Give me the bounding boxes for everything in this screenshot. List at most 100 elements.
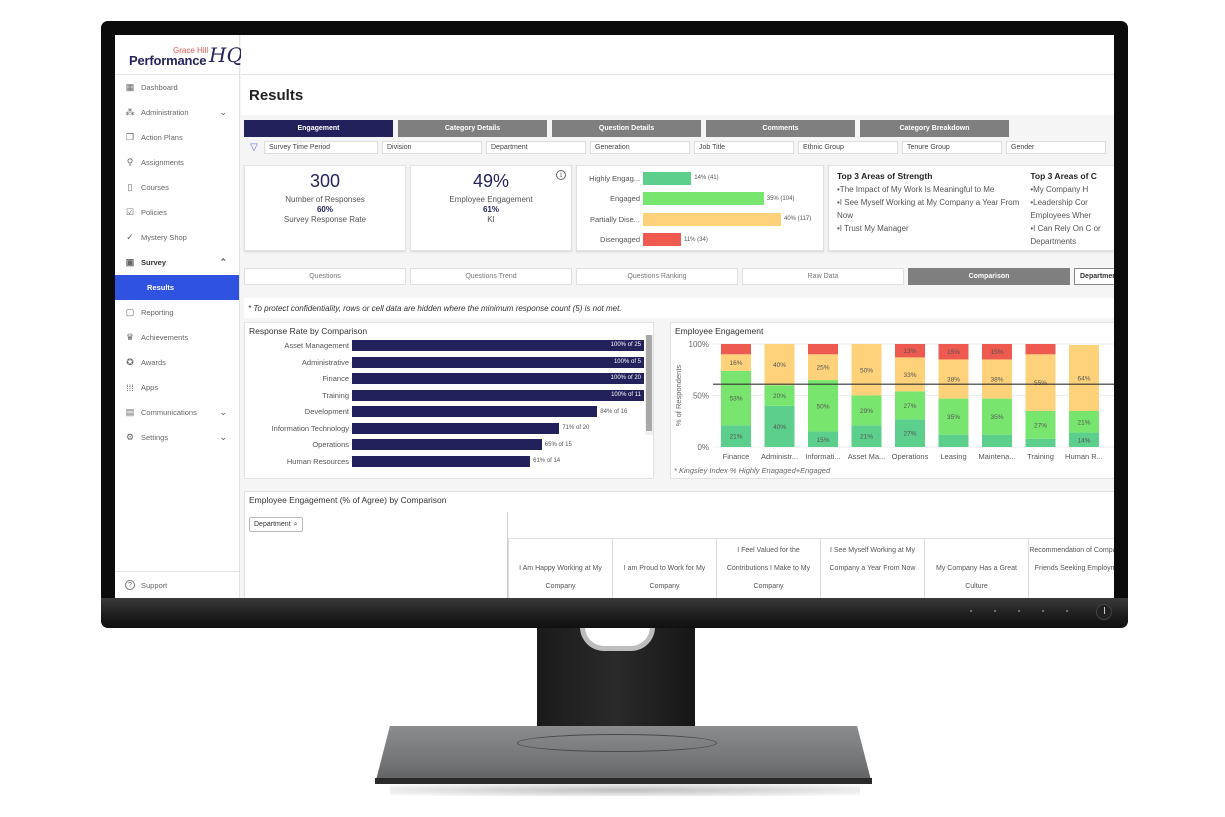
filter-survey-time-period[interactable]: Survey Time Period bbox=[264, 141, 378, 154]
response-rate-label: 100% of 25 bbox=[610, 342, 641, 348]
response-rate-bar bbox=[352, 406, 598, 417]
chevron-down-icon[interactable]: ⌄ bbox=[219, 407, 227, 418]
support-label: Support bbox=[141, 580, 168, 590]
response-rate-label: 71% of 20 bbox=[562, 425, 590, 431]
segment-value-label: 13% bbox=[903, 348, 916, 355]
sidebar-item-dashboard[interactable]: ▦ Dashboard bbox=[115, 75, 239, 100]
subtab-questions-ranking[interactable]: Questions Ranking bbox=[576, 268, 738, 285]
sidebar-item-communications[interactable]: ▤ Communications ⌄ bbox=[115, 400, 239, 425]
tab-engagement[interactable]: Engagement bbox=[244, 120, 393, 137]
department-search-button[interactable]: Department ⌕ bbox=[249, 517, 303, 532]
chevron-down-icon[interactable]: ⌄ bbox=[219, 107, 227, 118]
filter-ethnic-group[interactable]: Ethnic Group bbox=[798, 141, 898, 154]
segment-value-label: 53% bbox=[729, 396, 742, 403]
tab-category-details[interactable]: Category Details bbox=[398, 120, 547, 137]
chevron-down-icon[interactable]: ⌄ bbox=[219, 432, 227, 443]
segment-value-label: 27% bbox=[903, 403, 916, 410]
response-rate-category: Training bbox=[322, 390, 349, 400]
sidebar-item-reporting[interactable]: ▢ Reporting bbox=[115, 300, 239, 325]
table-column-header[interactable]: I See Myself Working at My Company a Yea… bbox=[820, 538, 924, 598]
segment-value-label: 27% bbox=[903, 431, 916, 438]
sidebar-item-apps[interactable]: ⁞⁞⁞ Apps bbox=[115, 375, 239, 400]
people-icon: ⁂ bbox=[125, 107, 135, 117]
segment-value-label: 50% bbox=[816, 403, 829, 410]
power-button-icon[interactable] bbox=[1096, 604, 1112, 620]
sidebar-item-results[interactable]: Results bbox=[115, 275, 239, 300]
response-rate-value: 60% bbox=[316, 205, 333, 214]
response-rate-label: Survey Response Rate bbox=[283, 215, 367, 224]
reporting-icon: ▢ bbox=[125, 307, 135, 317]
sidebar-item-awards[interactable]: ✪ Awards bbox=[115, 350, 239, 375]
engagement-bar-value: 40% (117) bbox=[784, 216, 812, 222]
sidebar-item-support[interactable]: ? Support bbox=[115, 571, 239, 598]
logo-hq: HQ bbox=[209, 43, 243, 67]
monitor-button[interactable] bbox=[994, 610, 996, 612]
subtab-questions-trend[interactable]: Questions Trend bbox=[410, 268, 572, 285]
subtab-comparison[interactable]: Comparison bbox=[908, 268, 1070, 285]
main-content: Results Engagement Category Details Questi… bbox=[241, 35, 1114, 598]
sidebar-item-label: Dashboard bbox=[141, 83, 178, 92]
sidebar-item-label: Survey bbox=[141, 258, 167, 267]
response-rate-category: Administrative bbox=[301, 357, 349, 367]
response-rate-category: Operations bbox=[312, 440, 349, 449]
tab-question-details[interactable]: Question Details bbox=[552, 120, 701, 137]
segment-value-label: 29% bbox=[860, 408, 873, 415]
stand-base-ring bbox=[517, 734, 717, 752]
tab-category-breakdown[interactable]: Category Breakdown bbox=[860, 120, 1009, 137]
sidebar-item-label: Mystery Shop bbox=[141, 233, 187, 242]
sidebar-item-courses[interactable]: ▯ Courses bbox=[115, 175, 239, 200]
sidebar-item-settings[interactable]: ⚙ Settings ⌄ bbox=[115, 425, 239, 450]
engagement-bar-value: 14% (41) bbox=[694, 175, 719, 181]
table-column-header[interactable]: I Am Happy Working at My Company bbox=[508, 538, 612, 598]
response-rate-label: 61% of 14 bbox=[533, 458, 561, 464]
sidebar-item-mystery-shop[interactable]: ✓ Mystery Shop bbox=[115, 225, 239, 250]
ki-label: KI bbox=[487, 215, 495, 224]
tab-comments[interactable]: Comments bbox=[706, 120, 855, 137]
filter-tenure-group[interactable]: Tenure Group bbox=[902, 141, 1002, 154]
monitor-button[interactable] bbox=[1018, 610, 1020, 612]
comparison-dropdown[interactable]: Department bbox=[1074, 268, 1114, 285]
assignments-icon: ⚲ bbox=[126, 157, 134, 167]
logo[interactable]: Grace Hill Performance HQ bbox=[115, 35, 243, 75]
filter-job-title[interactable]: Job Title bbox=[694, 141, 794, 154]
sidebar-item-achievements[interactable]: ♛ Achievements bbox=[115, 325, 239, 350]
sidebar-item-survey[interactable]: ▣ Survey ⌃ bbox=[115, 250, 239, 275]
sidebar: Grace Hill Performance HQ ▦ Dashboard ⁂ Adm… bbox=[115, 35, 243, 598]
info-icon[interactable]: i bbox=[556, 170, 566, 180]
chart-scrollbar[interactable] bbox=[645, 335, 653, 435]
sidebar-item-action-plans[interactable]: ❐ Action Plans bbox=[115, 125, 239, 150]
award-icon: ✪ bbox=[126, 357, 134, 367]
sidebar-item-administration[interactable]: ⁂ Administration ⌄ bbox=[115, 100, 239, 125]
table-column-header[interactable]: Recommendation of Company to Friends See… bbox=[1028, 538, 1114, 598]
stacked-bar-segment bbox=[1025, 344, 1056, 355]
table-column-header[interactable]: My Company Has a Great Culture bbox=[924, 538, 1028, 598]
stacked-bar-segment bbox=[982, 434, 1012, 447]
monitor-stage: Grace Hill Performance HQ ▦ Dashboard ⁂ Adm… bbox=[0, 0, 1225, 817]
policies-icon: ☑ bbox=[125, 207, 135, 217]
sidebar-item-label: Achievements bbox=[141, 333, 189, 342]
filter-gender[interactable]: Gender bbox=[1006, 141, 1106, 154]
table-column-header[interactable]: I Feel Valued for the Contributions I Ma… bbox=[716, 538, 820, 598]
subtab-questions[interactable]: Questions bbox=[244, 268, 406, 285]
comparison-table-title: Employee Engagement (% of Agree) by Comp… bbox=[249, 495, 447, 505]
scrollbar-thumb[interactable] bbox=[646, 335, 652, 431]
filter-generation[interactable]: Generation bbox=[590, 141, 690, 154]
monitor-button[interactable] bbox=[1066, 610, 1068, 612]
response-rate-label: 100% of 20 bbox=[610, 375, 641, 381]
check-circle-icon: ✓ bbox=[126, 232, 134, 242]
response-rate-category: Finance bbox=[322, 374, 349, 383]
stacked-bar-segment bbox=[938, 434, 969, 447]
monitor-button[interactable] bbox=[1042, 610, 1044, 612]
filter-division[interactable]: Division bbox=[382, 141, 482, 154]
filter-department[interactable]: Department bbox=[486, 141, 586, 154]
filter-icon[interactable]: ▽ bbox=[244, 142, 264, 153]
sidebar-item-policies[interactable]: ☑ Policies bbox=[115, 200, 239, 225]
response-rate-bar: 100% of 5 bbox=[352, 356, 644, 368]
y-tick-label: 0% bbox=[697, 443, 709, 452]
monitor-button[interactable] bbox=[970, 610, 972, 612]
survey-icon: ▣ bbox=[125, 257, 135, 267]
subtab-raw-data[interactable]: Raw Data bbox=[742, 268, 904, 285]
sidebar-item-assignments[interactable]: ⚲ Assignments bbox=[115, 150, 239, 175]
table-column-header[interactable]: I am Proud to Work for My Company bbox=[612, 538, 716, 598]
chevron-up-icon[interactable]: ⌃ bbox=[219, 257, 227, 268]
